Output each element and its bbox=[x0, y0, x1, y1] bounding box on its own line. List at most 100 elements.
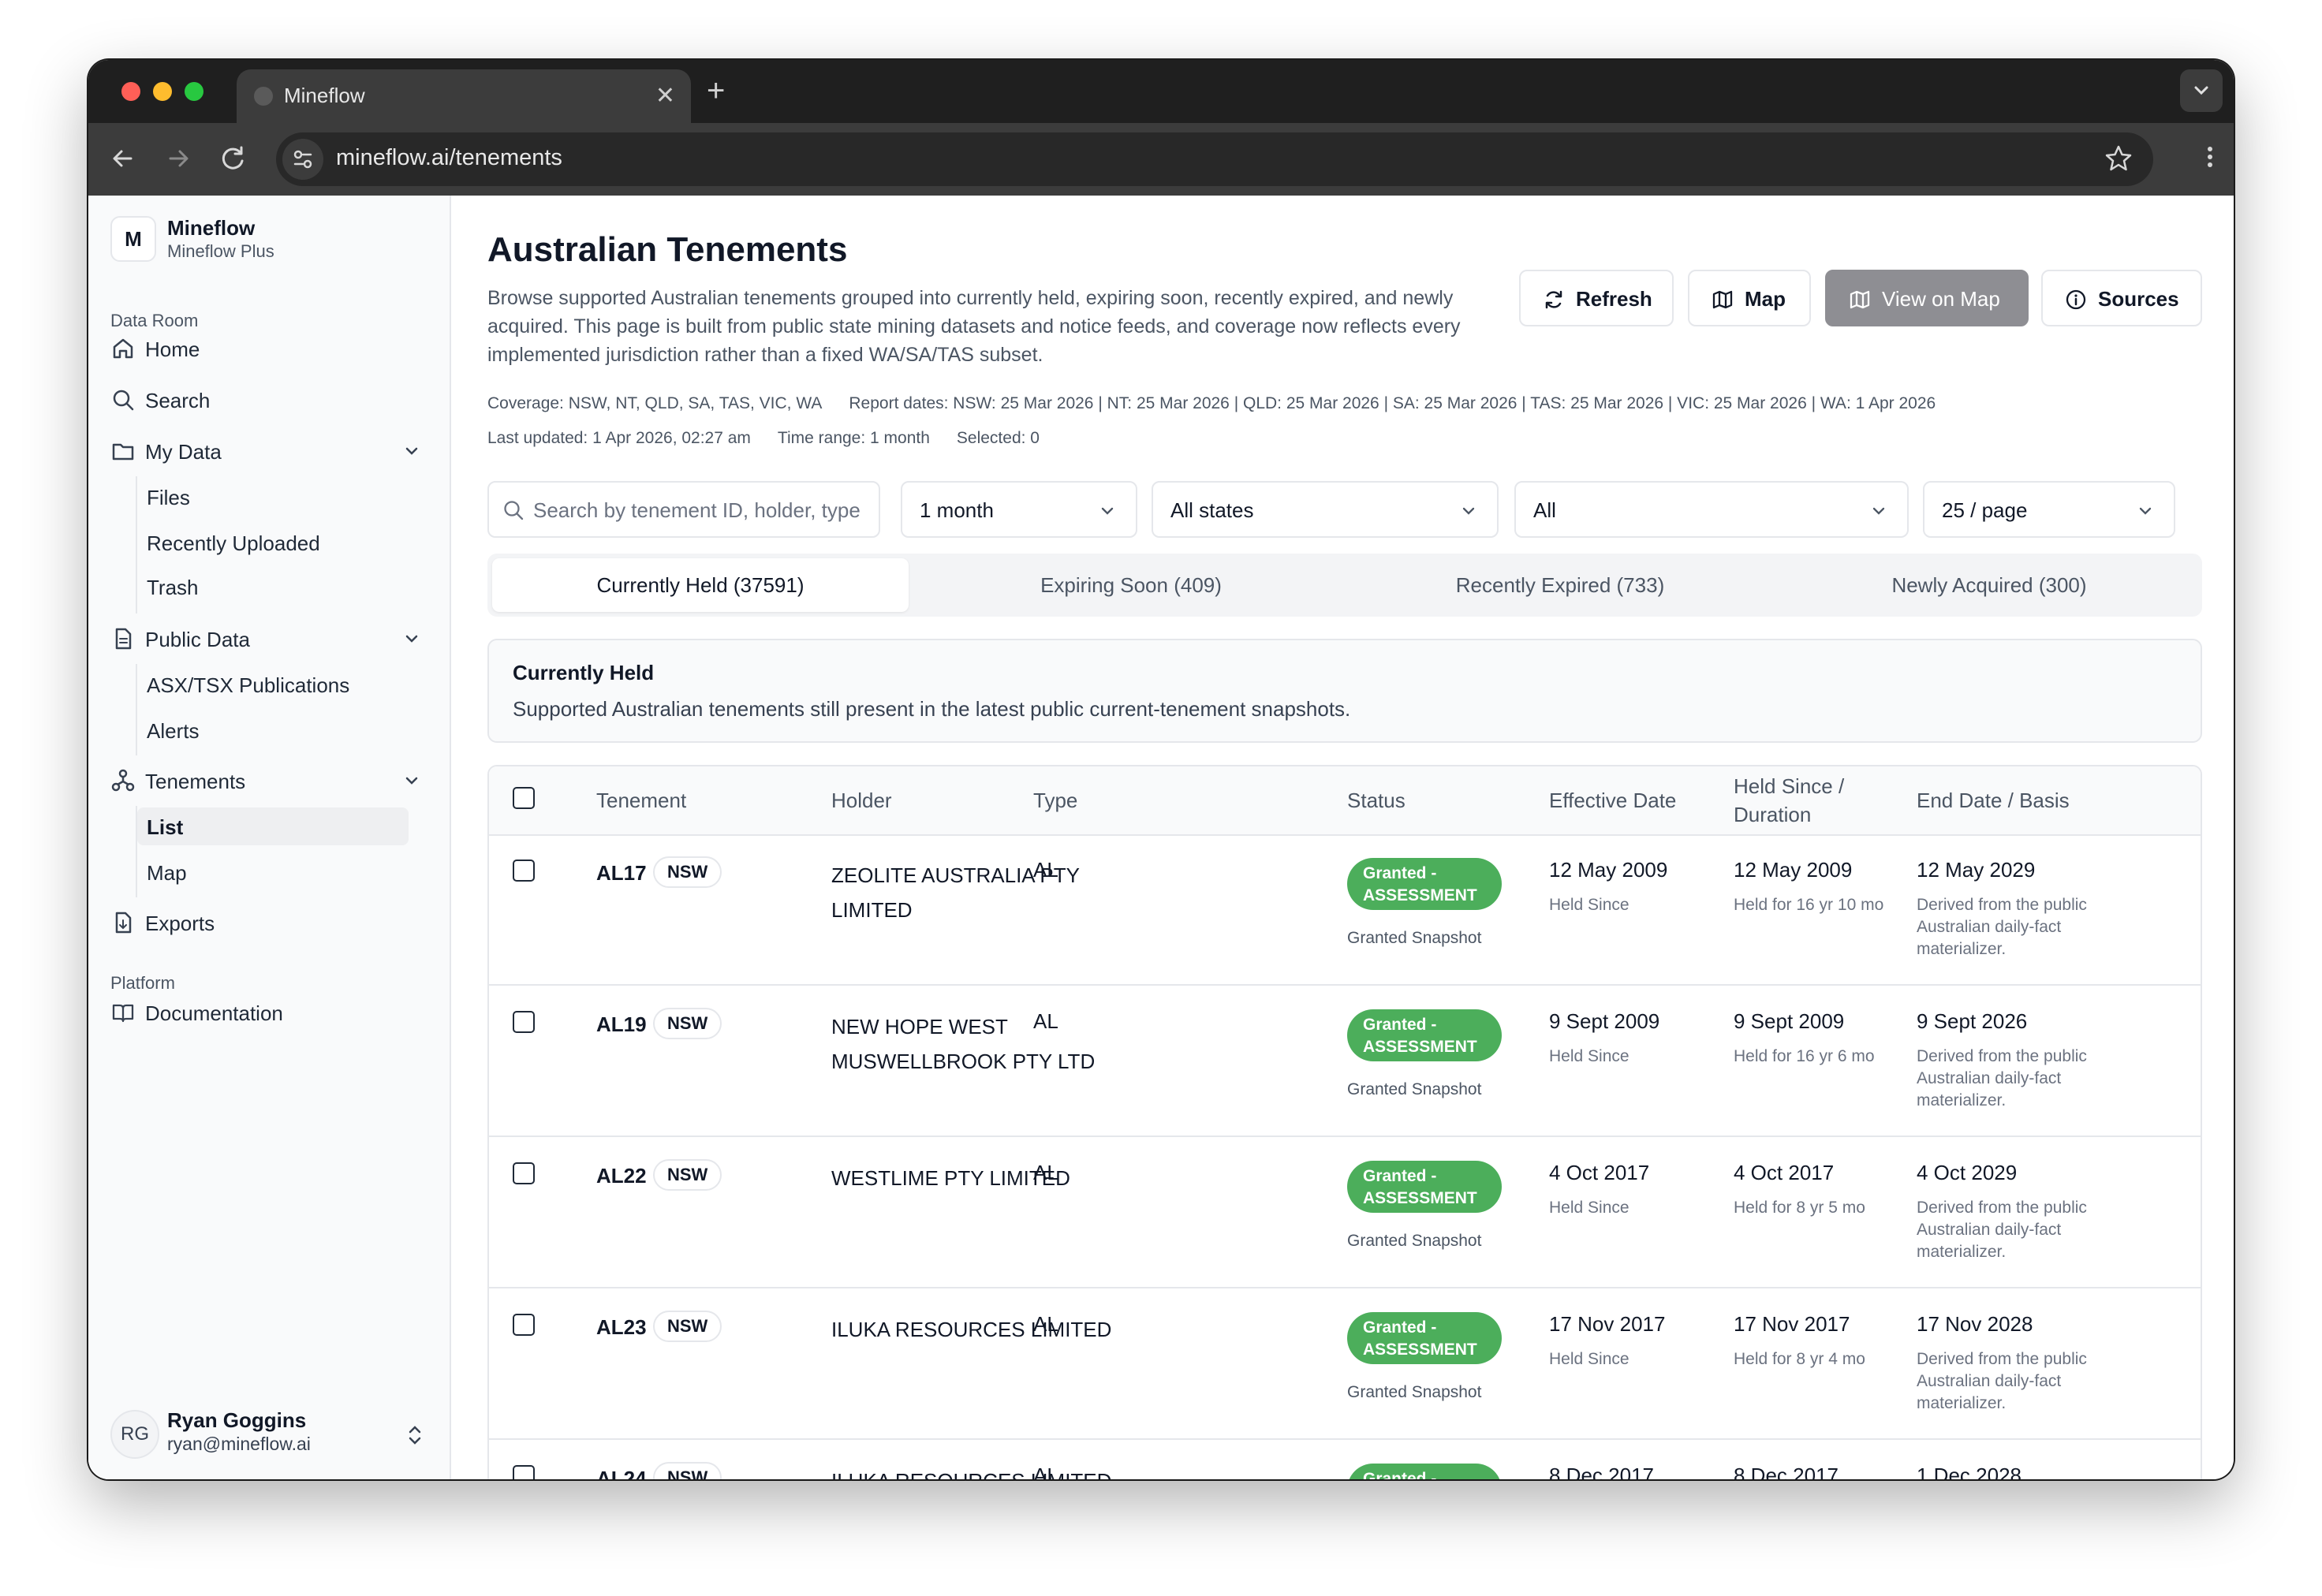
state-badge: NSW bbox=[653, 1159, 722, 1191]
chevron-down-icon[interactable] bbox=[401, 628, 423, 650]
minimize-window-button[interactable] bbox=[153, 82, 172, 101]
table-row[interactable]: AL17 NSW ZEOLITE AUSTRALIA PTY LIMITED A… bbox=[489, 836, 2201, 986]
column-header-end-date[interactable]: End Date / Basis bbox=[1917, 787, 2070, 814]
browser-tab[interactable]: Mineflow ✕ bbox=[237, 69, 691, 123]
table-row[interactable]: AL19 NSW NEW HOPE WEST MUSWELLBROOK PTY … bbox=[489, 987, 2201, 1137]
sidebar-item-exports[interactable]: Exports bbox=[110, 904, 429, 945]
sidebar-item-my-data[interactable]: My Data bbox=[110, 432, 429, 473]
type-select[interactable]: All bbox=[1514, 481, 1909, 538]
row-checkbox[interactable] bbox=[513, 1162, 535, 1184]
tab-search-chevron-icon[interactable] bbox=[2180, 69, 2223, 112]
user-name[interactable]: Ryan Goggins bbox=[167, 1408, 306, 1433]
sidebar-item-label: Trash bbox=[147, 576, 199, 599]
tab-newly-acquired[interactable]: Newly Acquired (300) bbox=[1776, 558, 2202, 612]
map-button[interactable]: Map bbox=[1688, 270, 1811, 326]
chevron-up-down-icon[interactable] bbox=[404, 1423, 426, 1448]
row-checkbox[interactable] bbox=[513, 860, 535, 882]
tenement-id[interactable]: AL22 bbox=[596, 1164, 647, 1188]
select-all-checkbox[interactable] bbox=[513, 787, 535, 809]
bookmark-star-icon[interactable] bbox=[2103, 140, 2134, 177]
column-header-status[interactable]: Status bbox=[1347, 787, 1406, 814]
sidebar-item-label: Exports bbox=[145, 912, 215, 935]
sidebar-item-files[interactable]: Files bbox=[137, 478, 429, 516]
sources-button[interactable]: Sources bbox=[2041, 270, 2202, 326]
status-line-1: Granted - bbox=[1363, 1470, 1437, 1479]
sidebar-item-home[interactable]: Home bbox=[110, 330, 429, 371]
row-checkbox[interactable] bbox=[513, 1465, 535, 1479]
site-settings-icon[interactable] bbox=[282, 139, 323, 180]
column-header-holder[interactable]: Holder bbox=[831, 787, 892, 814]
effective-date-note: Held Since bbox=[1549, 1199, 1630, 1217]
held-since-date: 17 Nov 2017 bbox=[1734, 1312, 1850, 1336]
maximize-window-button[interactable] bbox=[185, 82, 203, 101]
sidebar-item-asx-tsx-publications[interactable]: ASX/TSX Publications bbox=[137, 666, 429, 703]
view-on-map-button[interactable]: View on Map bbox=[1825, 270, 2029, 326]
chevron-down-icon bbox=[2136, 502, 2155, 520]
back-arrow-icon[interactable] bbox=[104, 140, 142, 177]
tab-currently-held[interactable]: Currently Held (37591) bbox=[492, 558, 909, 612]
tenement-tabs: Currently Held (37591) Expiring Soon (40… bbox=[487, 554, 2202, 617]
table-row[interactable]: AL23 NSW ILUKA RESOURCES LIMITED AL Gran… bbox=[489, 1290, 2201, 1440]
browser-menu-icon[interactable] bbox=[2202, 139, 2218, 175]
tenements-table: Tenement Holder Type Status Effective Da… bbox=[487, 765, 2202, 1479]
coverage-text: Coverage: NSW, NT, QLD, SA, TAS, VIC, WA bbox=[487, 394, 823, 412]
tenement-id[interactable]: AL24 bbox=[596, 1467, 647, 1479]
update-meta: Last updated: 1 Apr 2026, 02:27 am Time r… bbox=[487, 429, 1066, 448]
tenement-id[interactable]: AL23 bbox=[596, 1315, 647, 1340]
sidebar-item-label: Recently Uploaded bbox=[147, 531, 320, 555]
held-since-date: 12 May 2009 bbox=[1734, 858, 1853, 882]
sidebar-item-label: ASX/TSX Publications bbox=[147, 673, 350, 697]
search-field[interactable] bbox=[487, 481, 880, 538]
page-size-select[interactable]: 25 / page bbox=[1923, 481, 2175, 538]
tab-recently-expired[interactable]: Recently Expired (733) bbox=[1347, 558, 1773, 612]
status-line-2: ASSESSMENT bbox=[1363, 886, 1477, 904]
new-tab-icon[interactable]: + bbox=[707, 71, 725, 110]
forward-arrow-icon[interactable] bbox=[159, 140, 197, 177]
column-header-effective-date[interactable]: Effective Date bbox=[1549, 787, 1676, 814]
effective-date-note: Held Since bbox=[1549, 1350, 1630, 1368]
sidebar-item-map[interactable]: Map bbox=[137, 853, 429, 891]
brand-name[interactable]: Mineflow bbox=[167, 216, 255, 241]
refresh-button[interactable]: Refresh bbox=[1519, 270, 1674, 326]
column-header-tenement[interactable]: Tenement bbox=[596, 787, 686, 814]
button-label: Sources bbox=[2098, 287, 2179, 311]
table-row[interactable]: AL22 NSW WESTLIME PTY LIMITED AL Granted… bbox=[489, 1139, 2201, 1288]
tenement-id[interactable]: AL17 bbox=[596, 861, 647, 886]
sidebar-item-recently-uploaded[interactable]: Recently Uploaded bbox=[137, 524, 429, 561]
sidebar-item-search[interactable]: Search bbox=[110, 381, 429, 422]
row-checkbox[interactable] bbox=[513, 1011, 535, 1033]
sidebar-item-trash[interactable]: Trash bbox=[137, 568, 429, 606]
search-input[interactable] bbox=[533, 494, 868, 527]
effective-date: 12 May 2009 bbox=[1549, 858, 1668, 882]
url-text[interactable]: mineflow.ai/tenements bbox=[336, 145, 562, 171]
table-row[interactable]: AL24 NSW ILUKA RESOURCES LIMITED AL Gran… bbox=[489, 1441, 2201, 1479]
time-range-select[interactable]: 1 month bbox=[901, 481, 1137, 538]
close-window-button[interactable] bbox=[121, 82, 140, 101]
brand-avatar[interactable]: M bbox=[110, 216, 156, 262]
sidebar-item-alerts[interactable]: Alerts bbox=[137, 711, 429, 749]
tab-expiring-soon[interactable]: Expiring Soon (409) bbox=[918, 558, 1344, 612]
user-avatar[interactable]: RG bbox=[110, 1410, 159, 1459]
column-header-duration[interactable]: Duration bbox=[1734, 801, 1811, 828]
chevron-down-icon[interactable] bbox=[401, 440, 423, 462]
address-bar[interactable]: mineflow.ai/tenements bbox=[276, 132, 2153, 186]
row-checkbox[interactable] bbox=[513, 1314, 535, 1336]
reload-icon[interactable] bbox=[215, 140, 252, 177]
sidebar-item-tenements[interactable]: Tenements bbox=[110, 762, 429, 803]
status-badge: Granted - ASSESSMENT bbox=[1347, 1312, 1502, 1364]
column-header-type[interactable]: Type bbox=[1033, 787, 1077, 814]
tenement-id[interactable]: AL19 bbox=[596, 1012, 647, 1037]
status-line-2: ASSESSMENT bbox=[1363, 1341, 1477, 1359]
chevron-down-icon bbox=[1869, 502, 1888, 520]
sidebar-item-documentation[interactable]: Documentation bbox=[110, 994, 429, 1035]
document-icon bbox=[110, 626, 136, 651]
status-line-2: ASSESSMENT bbox=[1363, 1189, 1477, 1207]
holder-name: ILUKA RESOURCES LIMITED bbox=[831, 1464, 1131, 1479]
sidebar-item-list[interactable]: List bbox=[137, 807, 409, 845]
sidebar-item-public-data[interactable]: Public Data bbox=[110, 620, 429, 661]
state-select[interactable]: All states bbox=[1152, 481, 1499, 538]
chevron-down-icon[interactable] bbox=[401, 770, 423, 792]
state-badge: NSW bbox=[653, 856, 722, 888]
column-header-held-since[interactable]: Held Since / bbox=[1734, 773, 1844, 800]
close-tab-icon[interactable]: ✕ bbox=[655, 80, 675, 112]
